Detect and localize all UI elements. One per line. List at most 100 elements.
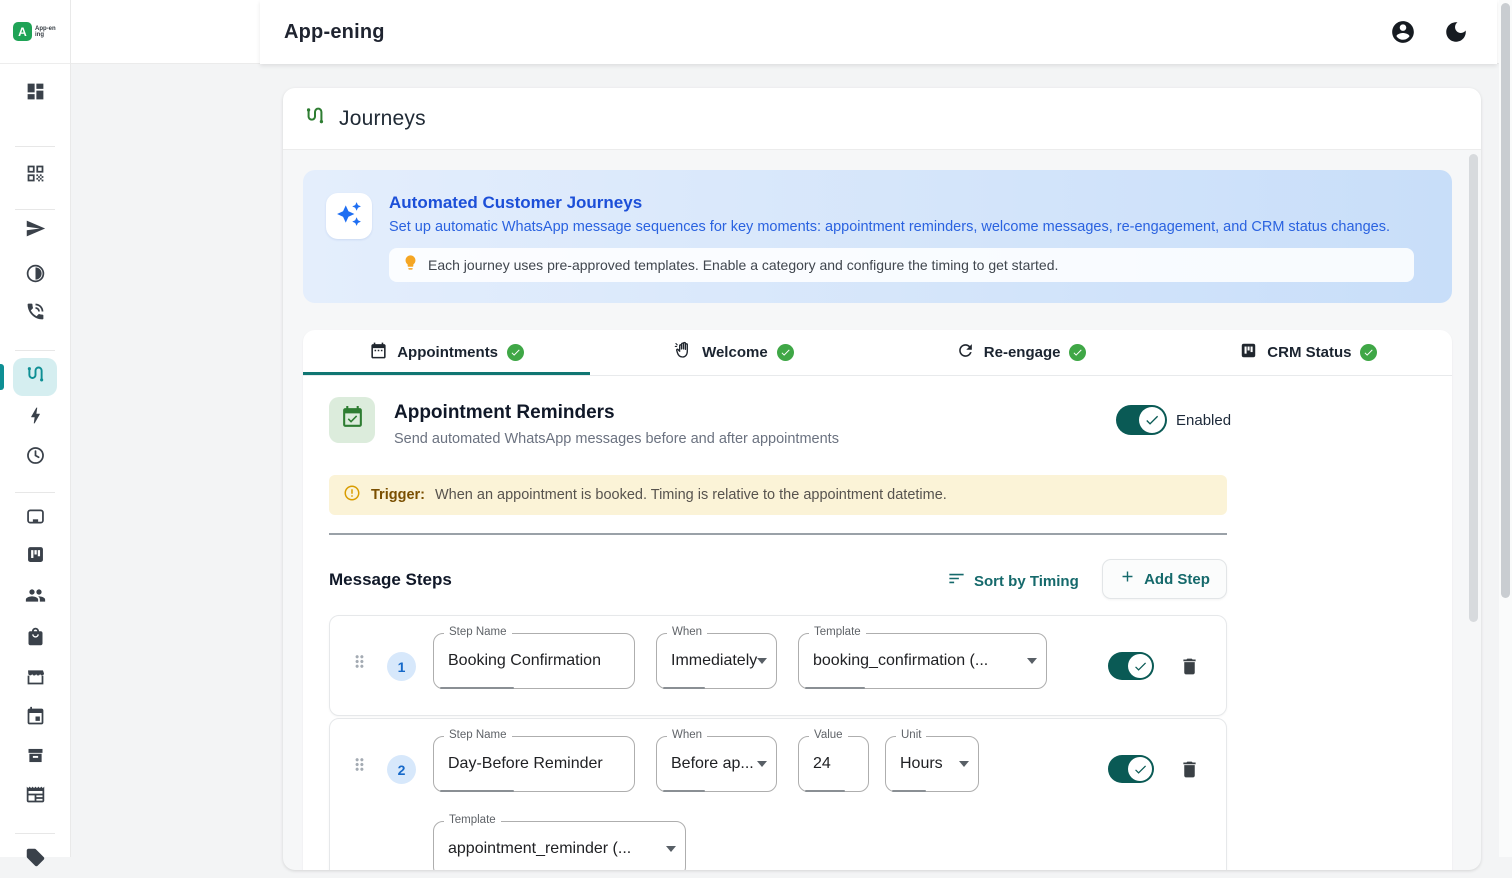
- sidebar-item-history[interactable]: [13, 440, 57, 476]
- drag-handle[interactable]: [350, 652, 369, 676]
- journeys-banner: Automated Customer Journeys Set up autom…: [303, 170, 1452, 303]
- device-icon: [25, 506, 46, 532]
- drag-handle[interactable]: [350, 755, 369, 779]
- logo-icon: A: [13, 22, 32, 41]
- step-name-field[interactable]: Step Name Day-Before Reminder: [433, 736, 635, 792]
- drag-indicator-icon: [350, 761, 369, 778]
- phone-icon: [25, 301, 46, 327]
- journeys-route-icon: [25, 364, 46, 390]
- step-number-chip: 1: [387, 652, 416, 681]
- send-icon: [25, 218, 46, 244]
- divider: [329, 533, 1227, 535]
- moon-icon: [1443, 32, 1469, 49]
- window-scrollbar[interactable]: [1499, 0, 1512, 857]
- app-bar: App-ening: [260, 0, 1497, 64]
- toggle-knob: [1139, 407, 1165, 433]
- account-icon: [1390, 32, 1416, 49]
- storefront-icon: [25, 666, 46, 692]
- when-value: Immediately: [671, 634, 768, 688]
- step-card-1: 1 Step Name Booking Confirmation When Im…: [329, 615, 1227, 716]
- news-icon: [25, 784, 46, 810]
- step-toggle[interactable]: [1108, 755, 1154, 783]
- sidebar-item-send[interactable]: [13, 213, 57, 249]
- tab-welcome[interactable]: Welcome: [590, 330, 877, 375]
- trash-icon: [1179, 767, 1200, 784]
- sidebar-item-tags[interactable]: [13, 842, 57, 878]
- field-underline: [663, 790, 705, 792]
- dark-mode-toggle[interactable]: [1443, 19, 1469, 45]
- sidebar-item-contrast[interactable]: [13, 258, 57, 294]
- clock-icon: [25, 445, 46, 471]
- step-toggle[interactable]: [1108, 652, 1154, 680]
- sidebar-item-news[interactable]: [13, 779, 57, 815]
- sidebar-item-calendar[interactable]: [13, 701, 57, 737]
- kanban-icon: [1239, 341, 1258, 364]
- page-title-bar: Journeys: [283, 88, 1481, 150]
- sidebar-item-journeys[interactable]: [13, 358, 57, 396]
- trigger-text: When an appointment is booked. Timing is…: [435, 487, 947, 503]
- card-scrollbar[interactable]: [1469, 154, 1478, 622]
- enabled-toggle[interactable]: [1116, 405, 1167, 435]
- step-name-field[interactable]: Step Name Booking Confirmation: [433, 633, 635, 689]
- add-step-label: Add Step: [1144, 571, 1210, 588]
- sidebar-item-kanban[interactable]: [13, 539, 57, 575]
- card-scrollbar-thumb[interactable]: [1469, 154, 1478, 622]
- window-scrollbar-thumb[interactable]: [1501, 3, 1510, 598]
- chevron-down-icon: [757, 658, 767, 669]
- field-underline: [663, 687, 705, 689]
- toggle-knob: [1128, 757, 1152, 781]
- sidebar-divider: [15, 492, 55, 493]
- sidebar-item-products[interactable]: [13, 621, 57, 657]
- template-select[interactable]: Template booking_confirmation (...: [798, 633, 1047, 689]
- check-badge-icon: [777, 344, 794, 361]
- qr-code-icon: [25, 163, 46, 189]
- sidebar-item-device[interactable]: [13, 501, 57, 537]
- sidebar-item-store[interactable]: [13, 661, 57, 697]
- calendar-icon: [25, 706, 46, 732]
- check-badge-icon: [507, 344, 524, 361]
- banner-icon-box: [326, 193, 372, 239]
- add-step-button[interactable]: Add Step: [1102, 559, 1227, 599]
- step-number-chip: 2: [387, 755, 416, 784]
- when-value: Before ap...: [671, 737, 754, 791]
- waving-hand-icon: [674, 341, 693, 364]
- when-select[interactable]: When Immediately: [656, 633, 777, 689]
- plus-icon: [1119, 568, 1136, 590]
- value-field[interactable]: Value 24: [798, 736, 869, 792]
- when-select[interactable]: When Before ap...: [656, 736, 777, 792]
- sidebar-item-contacts[interactable]: [13, 580, 57, 616]
- template-select[interactable]: Template appointment_reminder (...: [433, 821, 686, 870]
- tag-icon: [25, 847, 46, 873]
- unit-select[interactable]: Unit Hours: [885, 736, 979, 792]
- field-underline: [805, 687, 865, 689]
- account-button[interactable]: [1390, 19, 1416, 45]
- sort-icon: [947, 569, 966, 593]
- banner-tip: Each journey uses pre-approved templates…: [389, 248, 1414, 282]
- sidebar-item-qr[interactable]: [13, 158, 57, 194]
- check-badge-icon: [1069, 344, 1086, 361]
- toggle-knob: [1128, 654, 1152, 678]
- bolt-icon: [25, 405, 46, 431]
- delete-step-button[interactable]: [1179, 759, 1200, 780]
- archive-icon: [25, 745, 46, 771]
- chevron-down-icon: [959, 761, 969, 772]
- tab-label: CRM Status: [1267, 344, 1351, 361]
- delete-step-button[interactable]: [1179, 656, 1200, 677]
- sort-by-timing-button[interactable]: Sort by Timing: [947, 569, 1079, 593]
- tab-re-engage[interactable]: Re-engage: [878, 330, 1165, 375]
- journeys-route-icon: [304, 105, 326, 132]
- contrast-icon: [25, 263, 46, 289]
- sidebar-item-archive[interactable]: [13, 740, 57, 776]
- tab-crm-status[interactable]: CRM Status: [1165, 330, 1452, 375]
- sidebar-item-calls[interactable]: [13, 296, 57, 332]
- kanban-icon: [25, 544, 46, 570]
- template-value: booking_confirmation (...: [813, 634, 1022, 688]
- sidebar-item-automations[interactable]: [13, 400, 57, 436]
- step-name-value: Day-Before Reminder: [448, 737, 626, 791]
- field-underline: [440, 687, 514, 689]
- sidebar-item-dashboard[interactable]: [13, 76, 57, 112]
- tab-appointments[interactable]: Appointments: [303, 330, 590, 375]
- trigger-label: Trigger:: [371, 487, 425, 503]
- sidebar-divider: [15, 146, 55, 147]
- sort-label: Sort by Timing: [974, 573, 1079, 590]
